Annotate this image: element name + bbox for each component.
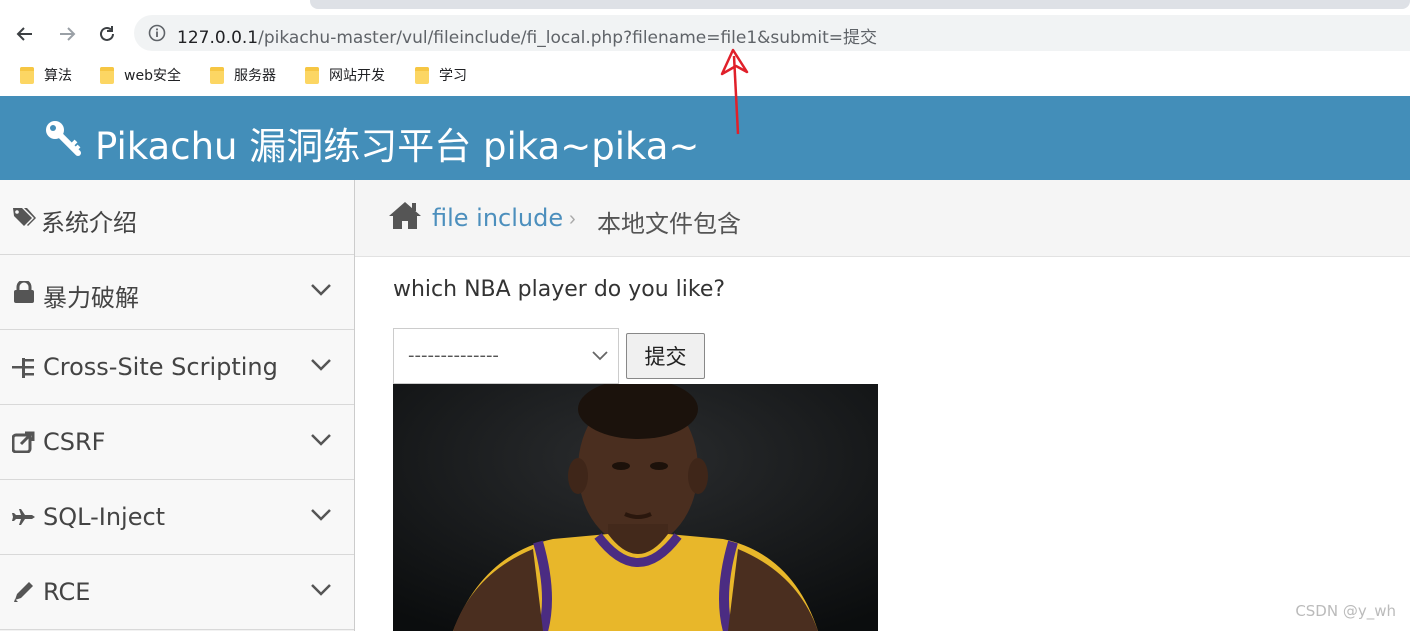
address-bar[interactable]: 127.0.0.1/pikachu-master/vul/fileinclude… — [134, 15, 1410, 51]
sidebar-item-sql-inject[interactable]: SQL-Inject — [0, 480, 354, 555]
list-icon — [12, 358, 34, 378]
breadcrumb-separator: › — [569, 208, 576, 230]
url-host: 127.0.0.1 — [177, 28, 259, 48]
sidebar-item-label: CSRF — [43, 428, 106, 456]
sidebar-item-label: RCE — [43, 578, 91, 606]
chevron-down-icon — [311, 284, 331, 296]
folder-icon — [305, 66, 319, 84]
annotation-arrow — [720, 48, 749, 135]
breadcrumb-current: 本地文件包含 — [597, 210, 741, 238]
player-image — [393, 384, 878, 631]
sidebar-item-intro[interactable]: 系统介绍 — [0, 180, 354, 255]
reload-button[interactable] — [96, 23, 118, 45]
sidebar-item-xss[interactable]: Cross-Site Scripting — [0, 330, 354, 405]
bookmark-folder[interactable]: 网站开发 — [305, 65, 385, 85]
watermark: CSDN @y_wh — [1295, 602, 1396, 620]
pencil-icon — [14, 582, 33, 602]
sidebar-item-label: Cross-Site Scripting — [43, 353, 278, 381]
chevron-down-icon — [592, 351, 608, 361]
back-arrow-icon — [16, 27, 32, 41]
active-tab[interactable] — [310, 0, 1410, 9]
bookmark-label: 算法 — [44, 68, 72, 84]
chevron-down-icon — [311, 359, 331, 371]
back-button[interactable] — [14, 23, 36, 45]
sidebar-item-brute-force[interactable]: 暴力破解 — [0, 255, 354, 330]
bookmark-folder[interactable]: 学习 — [415, 65, 467, 85]
sidebar-item-label: 系统介绍 — [41, 209, 137, 237]
submit-button[interactable]: 提交 — [626, 333, 705, 379]
reload-icon — [100, 26, 114, 41]
plane-icon — [12, 509, 35, 525]
chevron-down-icon — [311, 434, 331, 446]
tags-icon — [13, 208, 36, 226]
url-text[interactable]: 127.0.0.1/pikachu-master/vul/fileinclude… — [177, 23, 877, 48]
sidebar-item-rce[interactable]: RCE — [0, 555, 354, 630]
chevron-down-icon — [311, 584, 331, 596]
sidebar-item-label: SQL-Inject — [43, 503, 166, 531]
browser-toolbar: 127.0.0.1/pikachu-master/vul/fileinclude… — [0, 10, 1410, 56]
bookmarks-bar: 算法 web安全 服务器 网站开发 学习 — [0, 56, 1410, 95]
share-icon — [12, 431, 35, 453]
select-value: -------------- — [408, 345, 499, 366]
folder-icon — [20, 66, 34, 84]
bookmark-label: 网站开发 — [329, 68, 385, 84]
sidebar-item-label: 暴力破解 — [43, 284, 139, 312]
key-icon — [46, 121, 81, 156]
bookmark-label: web安全 — [124, 68, 181, 84]
sidebar-item-csrf[interactable]: CSRF — [0, 405, 354, 480]
player-photo — [393, 384, 878, 631]
site-title[interactable]: Pikachu 漏洞练习平台 pika~pika~ — [95, 116, 699, 170]
chevron-down-icon — [311, 509, 331, 521]
breadcrumb: file include › 本地文件包含 — [355, 180, 1410, 257]
folder-icon — [210, 66, 224, 84]
folder-icon — [415, 66, 429, 84]
bookmark-folder[interactable]: 服务器 — [210, 65, 276, 85]
folder-icon — [100, 66, 114, 84]
sidebar: 系统介绍 暴力破解 Cross-Site Scripting CSRF SQL-… — [0, 180, 355, 631]
breadcrumb-link[interactable]: file include — [432, 204, 563, 232]
question-text: which NBA player do you like? — [393, 277, 726, 302]
home-icon[interactable] — [388, 200, 422, 230]
site-header: Pikachu 漏洞练习平台 pika~pika~ — [0, 96, 1410, 180]
bookmark-folder[interactable]: 算法 — [20, 65, 72, 85]
bookmark-folder[interactable]: web安全 — [100, 65, 181, 85]
bookmark-label: 服务器 — [234, 68, 276, 84]
site-info-icon[interactable] — [148, 24, 166, 42]
player-select[interactable]: -------------- — [393, 328, 619, 384]
lock-icon — [14, 281, 34, 303]
forward-button[interactable] — [56, 23, 78, 45]
tab-strip — [0, 0, 1410, 10]
forward-arrow-icon — [60, 27, 76, 41]
bookmark-label: 学习 — [439, 68, 467, 84]
url-path: /pikachu-master/vul/fileinclude/fi_local… — [258, 28, 878, 48]
